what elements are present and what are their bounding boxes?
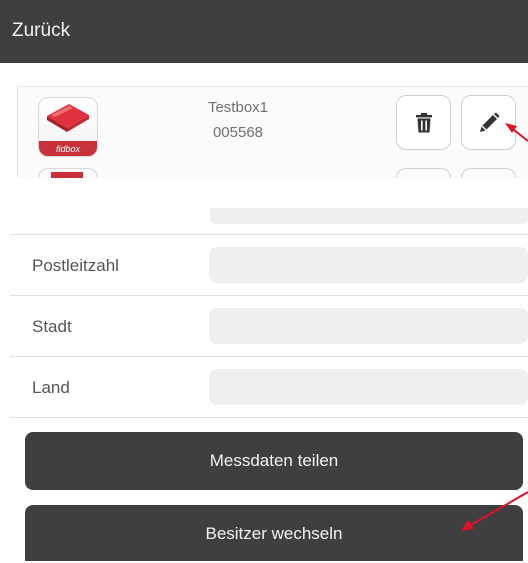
- postal-code-input[interactable]: [209, 247, 528, 283]
- pencil-icon: [479, 112, 499, 132]
- edit-button[interactable]: [461, 95, 516, 150]
- app-icon-label: fidbox: [55, 144, 81, 154]
- country-input[interactable]: [209, 369, 528, 405]
- app-header: Zurück: [0, 0, 528, 63]
- postal-code-label: Postleitzahl: [32, 256, 119, 275]
- country-label: Land: [32, 378, 70, 397]
- next-device-card[interactable]: [17, 168, 528, 178]
- delete-button[interactable]: [396, 95, 451, 150]
- form-row-country: Land: [10, 356, 528, 418]
- device-name: Testbox1: [207, 99, 269, 116]
- form-row-postal-code: Postleitzahl: [10, 234, 528, 295]
- app-icon: [38, 168, 98, 178]
- city-input[interactable]: [209, 308, 528, 344]
- form-row-city: Stadt: [10, 295, 528, 356]
- address-form: Postleitzahl Stadt Land: [10, 178, 528, 423]
- device-id: 005568: [212, 124, 264, 141]
- share-measurements-button[interactable]: Messdaten teilen: [25, 432, 523, 490]
- city-label: Stadt: [32, 317, 72, 336]
- box-lid-icon: [47, 104, 89, 132]
- change-owner-button[interactable]: Besitzer wechseln: [25, 505, 523, 561]
- device-card[interactable]: fidbox Testbox1 005568: [17, 86, 528, 170]
- back-button[interactable]: Zurück: [12, 20, 70, 42]
- delete-button[interactable]: [396, 168, 451, 178]
- edit-button[interactable]: [461, 168, 516, 178]
- partial-input-field[interactable]: [210, 208, 528, 224]
- fidbox-app-icon: fidbox: [38, 97, 98, 157]
- trash-icon: [415, 112, 432, 132]
